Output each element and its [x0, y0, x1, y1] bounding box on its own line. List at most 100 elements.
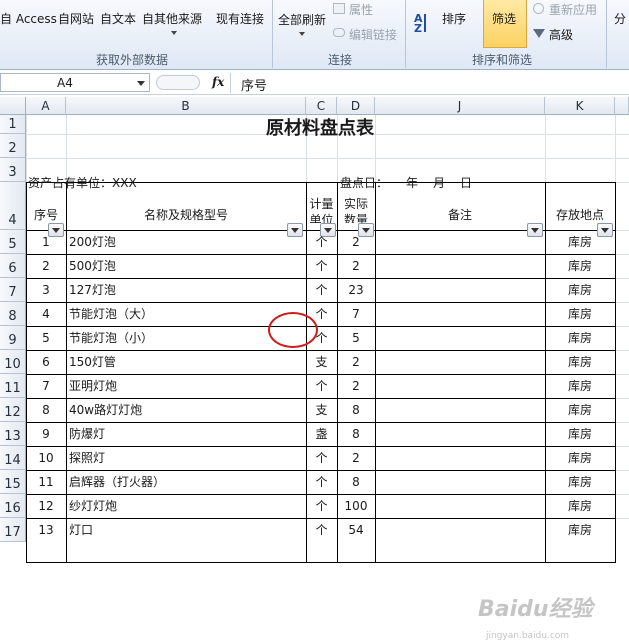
- formula-input[interactable]: 序号: [241, 75, 267, 94]
- cell-name[interactable]: 40w路灯灯炮: [69, 398, 304, 422]
- cell-seq[interactable]: 10: [27, 446, 65, 470]
- owner-label[interactable]: 资产占有单位：XXX: [28, 171, 137, 195]
- sort-az-icon[interactable]: AZ: [414, 13, 423, 34]
- cell-unit[interactable]: 个: [307, 470, 336, 494]
- cell-qty[interactable]: 2: [338, 254, 374, 278]
- cell-seq[interactable]: 11: [27, 470, 65, 494]
- cell-location[interactable]: 库房: [546, 230, 614, 254]
- cell-name[interactable]: 灯口: [69, 518, 304, 542]
- cell-seq[interactable]: 8: [27, 398, 65, 422]
- cell-seq[interactable]: 1: [27, 230, 65, 254]
- cell-unit[interactable]: 个: [307, 230, 336, 254]
- row-header-8[interactable]: 8: [0, 302, 26, 326]
- advanced-button[interactable]: 高级: [549, 26, 573, 43]
- row-header-5[interactable]: 5: [0, 230, 26, 254]
- refresh-all-button[interactable]: 全部刷新: [278, 11, 326, 28]
- cell-qty[interactable]: 23: [338, 278, 374, 302]
- cell-location[interactable]: 库房: [546, 278, 614, 302]
- cell-seq[interactable]: 3: [27, 278, 65, 302]
- chevron-down-icon[interactable]: [171, 31, 177, 35]
- split-button[interactable]: 分: [614, 10, 626, 27]
- date-month[interactable]: 月: [433, 171, 445, 195]
- cell-qty[interactable]: 8: [338, 470, 374, 494]
- header-note[interactable]: 备注: [376, 203, 544, 227]
- cell-location[interactable]: 库房: [546, 254, 614, 278]
- cell-seq[interactable]: 6: [27, 350, 65, 374]
- row-header-3[interactable]: 3: [0, 158, 26, 182]
- cell-seq[interactable]: 12: [27, 494, 65, 518]
- cell-unit[interactable]: 支: [307, 350, 336, 374]
- cell-location[interactable]: 库房: [546, 326, 614, 350]
- select-all-corner[interactable]: [0, 97, 26, 115]
- edit-links-button[interactable]: 编辑链接: [349, 26, 397, 43]
- cell-seq[interactable]: 5: [27, 326, 65, 350]
- cell-unit[interactable]: 盏: [307, 422, 336, 446]
- cell-name[interactable]: 探照灯: [69, 446, 304, 470]
- cell-unit[interactable]: 支: [307, 398, 336, 422]
- row-header-15[interactable]: 15: [0, 470, 26, 494]
- filter-dropdown-note[interactable]: [527, 223, 543, 237]
- filter-button[interactable]: 筛选: [483, 0, 527, 48]
- from-web-button[interactable]: 自网站: [58, 10, 94, 27]
- cell-location[interactable]: 库房: [546, 446, 614, 470]
- cell-location[interactable]: 库房: [546, 518, 614, 542]
- cell-qty[interactable]: 8: [338, 398, 374, 422]
- row-header-9[interactable]: 9: [0, 326, 26, 350]
- row-header-7[interactable]: 7: [0, 278, 26, 302]
- chevron-down-icon[interactable]: [299, 32, 305, 36]
- chevron-down-icon[interactable]: [137, 81, 145, 86]
- cell-unit[interactable]: 个: [307, 278, 336, 302]
- cell-name[interactable]: 防爆灯: [69, 422, 304, 446]
- row-header-4[interactable]: 4: [0, 182, 26, 230]
- cell-unit[interactable]: 个: [307, 518, 336, 542]
- cell-location[interactable]: 库房: [546, 350, 614, 374]
- column-header-d[interactable]: D: [337, 97, 375, 115]
- reapply-button[interactable]: 重新应用: [549, 1, 597, 18]
- cell-location[interactable]: 库房: [546, 302, 614, 326]
- row-header-16[interactable]: 16: [0, 494, 26, 518]
- name-box[interactable]: A4: [0, 73, 150, 92]
- sort-button[interactable]: 排序: [442, 10, 466, 27]
- insert-function-icon[interactable]: fx: [212, 75, 224, 89]
- cell-seq[interactable]: 13: [27, 518, 65, 542]
- cell-name[interactable]: 纱灯灯炮: [69, 494, 304, 518]
- cell-unit[interactable]: 个: [307, 494, 336, 518]
- cell-name[interactable]: 200灯泡: [69, 230, 304, 254]
- cell-unit[interactable]: 个: [307, 254, 336, 278]
- cell-qty[interactable]: 54: [338, 518, 374, 542]
- date-label[interactable]: 盘点日：: [340, 171, 388, 195]
- header-unit-2[interactable]: 单位: [307, 211, 336, 223]
- row-header-2[interactable]: 2: [0, 134, 26, 158]
- from-text-button[interactable]: 自文本: [100, 10, 136, 27]
- cell-name[interactable]: 127灯泡: [69, 278, 304, 302]
- existing-connections-button[interactable]: 现有连接: [216, 10, 264, 27]
- cell-seq[interactable]: 7: [27, 374, 65, 398]
- formula-divider-handle[interactable]: [156, 75, 200, 90]
- cell-qty[interactable]: 2: [338, 374, 374, 398]
- cell-location[interactable]: 库房: [546, 470, 614, 494]
- row-header-10[interactable]: 10: [0, 350, 26, 374]
- cell-seq[interactable]: 2: [27, 254, 65, 278]
- cell-qty[interactable]: 5: [338, 326, 374, 350]
- cell-location[interactable]: 库房: [546, 374, 614, 398]
- from-other-sources-button[interactable]: 自其他来源: [142, 10, 202, 27]
- cell-name[interactable]: 亚明灯炮: [69, 374, 304, 398]
- header-qty-2[interactable]: 数量: [338, 211, 374, 223]
- cell-qty[interactable]: 2: [338, 446, 374, 470]
- cell-qty[interactable]: 7: [338, 302, 374, 326]
- cell-qty[interactable]: 100: [338, 494, 374, 518]
- row-header-11[interactable]: 11: [0, 374, 26, 398]
- cell-name[interactable]: 150灯管: [69, 350, 304, 374]
- cell-qty[interactable]: 2: [338, 350, 374, 374]
- row-header-1[interactable]: 1: [0, 115, 26, 134]
- date-year[interactable]: 年: [406, 171, 418, 195]
- cell-seq[interactable]: 9: [27, 422, 65, 446]
- date-day[interactable]: 日: [460, 171, 472, 195]
- cell-name[interactable]: 500灯泡: [69, 254, 304, 278]
- sheet-title[interactable]: 原材料盘点表: [27, 116, 613, 141]
- row-header-13[interactable]: 13: [0, 422, 26, 446]
- cell-location[interactable]: 库房: [546, 422, 614, 446]
- cell-location[interactable]: 库房: [546, 494, 614, 518]
- cell-location[interactable]: 库房: [546, 398, 614, 422]
- row-header-6[interactable]: 6: [0, 254, 26, 278]
